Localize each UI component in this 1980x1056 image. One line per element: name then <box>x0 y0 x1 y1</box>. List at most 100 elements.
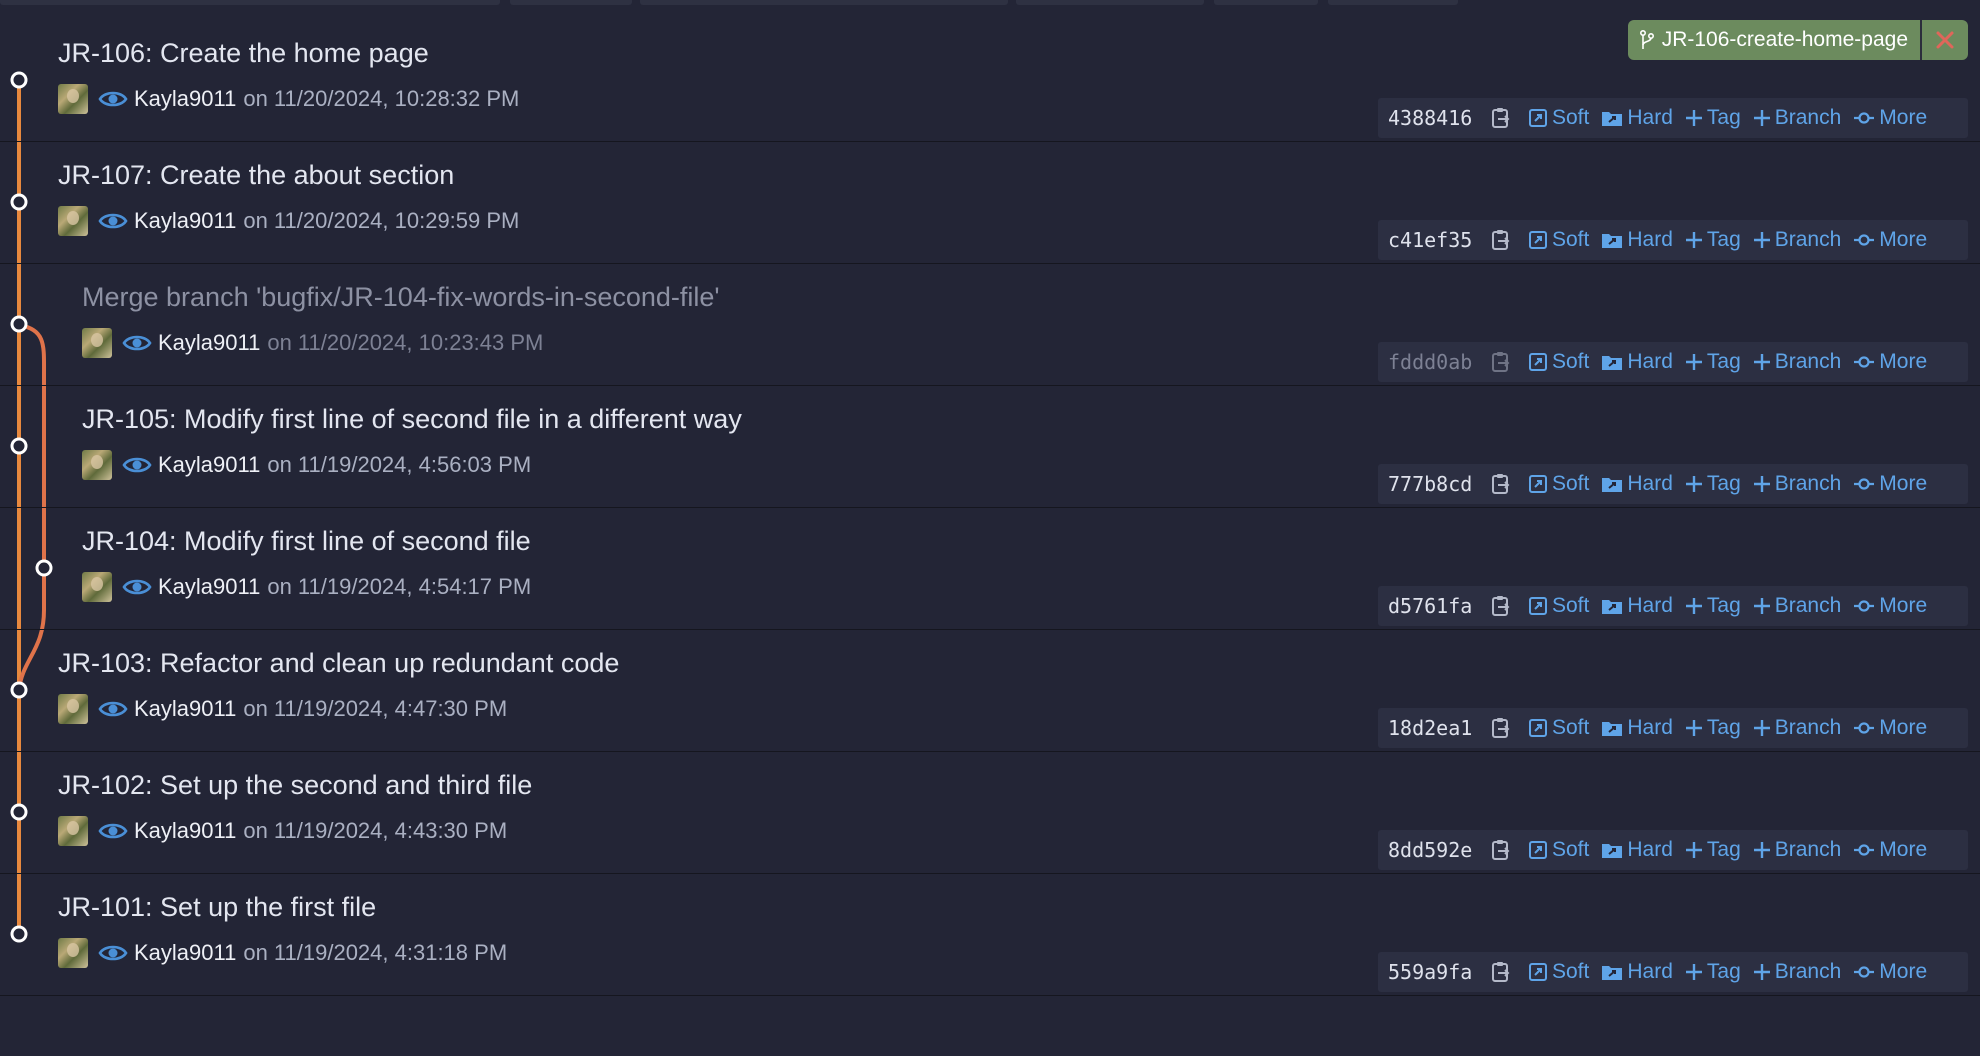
soft-reset-button[interactable]: Soft <box>1528 716 1589 740</box>
more-button[interactable]: More <box>1853 960 1927 984</box>
commit-action-bar: 4388416 Soft Hard Tag Branch More <box>1378 98 1968 138</box>
commit-row[interactable]: JR-106: Create the home page Kayla9011 o… <box>0 20 1980 142</box>
commit-meta: Kayla9011 on 11/19/2024, 4:54:17 PM <box>82 572 531 602</box>
add-branch-button[interactable]: Branch <box>1753 228 1841 252</box>
commit-row[interactable]: JR-102: Set up the second and third file… <box>0 752 1980 874</box>
more-button[interactable]: More <box>1853 228 1927 252</box>
commit-row[interactable]: JR-101: Set up the first file Kayla9011 … <box>0 874 1980 996</box>
add-branch-button[interactable]: Branch <box>1753 594 1841 618</box>
commit-author[interactable]: Kayla9011 <box>158 574 260 600</box>
copy-hash-icon[interactable] <box>1488 715 1514 741</box>
commit-author[interactable]: Kayla9011 <box>134 86 236 112</box>
commit-row[interactable]: JR-107: Create the about section Kayla90… <box>0 142 1980 264</box>
commit-author[interactable]: Kayla9011 <box>134 818 236 844</box>
commit-author[interactable]: Kayla9011 <box>134 940 236 966</box>
add-branch-button[interactable]: Branch <box>1753 472 1841 496</box>
hard-reset-button[interactable]: Hard <box>1601 228 1673 252</box>
hard-reset-button[interactable]: Hard <box>1601 716 1673 740</box>
copy-hash-icon[interactable] <box>1488 837 1514 863</box>
copy-hash-icon[interactable] <box>1488 227 1514 253</box>
eye-icon[interactable] <box>122 332 152 354</box>
add-tag-button[interactable]: Tag <box>1685 106 1741 130</box>
commit-author[interactable]: Kayla9011 <box>134 208 236 234</box>
commit-meta: Kayla9011 on 11/19/2024, 4:47:30 PM <box>58 694 507 724</box>
top-strip-segment <box>1016 0 1204 5</box>
commit-title[interactable]: JR-107: Create the about section <box>58 160 454 191</box>
eye-icon[interactable] <box>98 88 128 110</box>
commit-row[interactable]: Merge branch 'bugfix/JR-104-fix-words-in… <box>0 264 1980 386</box>
copy-hash-icon[interactable] <box>1488 105 1514 131</box>
copy-hash-icon[interactable] <box>1488 959 1514 985</box>
hard-reset-button[interactable]: Hard <box>1601 472 1673 496</box>
top-strip-segment <box>1328 0 1458 5</box>
add-branch-button[interactable]: Branch <box>1753 350 1841 374</box>
soft-label: Soft <box>1552 594 1590 617</box>
commit-title[interactable]: JR-103: Refactor and clean up redundant … <box>58 648 619 679</box>
add-branch-button[interactable]: Branch <box>1753 838 1841 862</box>
commit-author[interactable]: Kayla9011 <box>158 452 260 478</box>
top-strip-segment <box>1214 0 1318 5</box>
more-button[interactable]: More <box>1853 594 1927 618</box>
commit-title[interactable]: JR-106: Create the home page <box>58 38 429 69</box>
hard-reset-button[interactable]: Hard <box>1601 594 1673 618</box>
copy-hash-icon[interactable] <box>1488 349 1514 375</box>
add-branch-button[interactable]: Branch <box>1753 106 1842 130</box>
more-button[interactable]: More <box>1853 106 1927 130</box>
eye-icon[interactable] <box>122 576 152 598</box>
tag-label: Tag <box>1706 472 1741 495</box>
soft-reset-button[interactable]: Soft <box>1528 228 1589 252</box>
soft-label: Soft <box>1552 350 1590 373</box>
tag-label: Tag <box>1706 594 1741 617</box>
commit-row[interactable]: JR-103: Refactor and clean up redundant … <box>0 630 1980 752</box>
hard-reset-button[interactable]: Hard <box>1601 838 1673 862</box>
eye-icon[interactable] <box>122 454 152 476</box>
commit-meta: Kayla9011 on 11/20/2024, 10:28:32 PM <box>58 84 519 114</box>
commit-title[interactable]: JR-102: Set up the second and third file <box>58 770 532 801</box>
eye-icon[interactable] <box>98 942 128 964</box>
add-tag-button[interactable]: Tag <box>1685 716 1741 740</box>
add-branch-button[interactable]: Branch <box>1753 960 1841 984</box>
add-tag-button[interactable]: Tag <box>1685 472 1741 496</box>
commit-hash: 18d2ea1 <box>1388 716 1473 740</box>
commit-hash: 4388416 <box>1388 106 1473 130</box>
copy-hash-icon[interactable] <box>1488 471 1514 497</box>
commit-title[interactable]: Merge branch 'bugfix/JR-104-fix-words-in… <box>82 282 720 313</box>
soft-reset-button[interactable]: Soft <box>1528 472 1589 496</box>
commit-author[interactable]: Kayla9011 <box>134 696 236 722</box>
more-button[interactable]: More <box>1853 838 1927 862</box>
commit-author[interactable]: Kayla9011 <box>158 330 260 356</box>
add-tag-button[interactable]: Tag <box>1685 350 1741 374</box>
commit-history-view: JR-106-create-home-page JR-106: Create t… <box>0 0 1980 1056</box>
hard-reset-button[interactable]: Hard <box>1601 960 1673 984</box>
tag-label: Tag <box>1706 960 1741 983</box>
add-tag-button[interactable]: Tag <box>1685 838 1741 862</box>
hard-reset-button[interactable]: Hard <box>1601 106 1673 130</box>
commit-title[interactable]: JR-105: Modify first line of second file… <box>82 404 742 435</box>
commit-date: on 11/19/2024, 4:47:30 PM <box>243 696 508 721</box>
commit-row[interactable]: JR-104: Modify first line of second file… <box>0 508 1980 630</box>
add-tag-button[interactable]: Tag <box>1685 228 1741 252</box>
branch-label: Branch <box>1774 106 1842 129</box>
hard-reset-button[interactable]: Hard <box>1601 350 1673 374</box>
more-label: More <box>1879 472 1928 495</box>
commit-title[interactable]: JR-101: Set up the first file <box>58 892 376 923</box>
more-button[interactable]: More <box>1853 350 1927 374</box>
eye-icon[interactable] <box>98 820 128 842</box>
soft-reset-button[interactable]: Soft <box>1528 960 1589 984</box>
add-branch-button[interactable]: Branch <box>1753 716 1841 740</box>
more-button[interactable]: More <box>1853 716 1927 740</box>
soft-reset-button[interactable]: Soft <box>1528 594 1589 618</box>
eye-icon[interactable] <box>98 210 128 232</box>
soft-reset-button[interactable]: Soft <box>1528 350 1589 374</box>
soft-reset-button[interactable]: Soft <box>1528 838 1589 862</box>
add-tag-button[interactable]: Tag <box>1685 960 1741 984</box>
commit-title[interactable]: JR-104: Modify first line of second file <box>82 526 531 557</box>
commit-row[interactable]: JR-105: Modify first line of second file… <box>0 386 1980 508</box>
hard-label: Hard <box>1627 838 1673 861</box>
avatar <box>58 938 88 968</box>
soft-reset-button[interactable]: Soft <box>1528 106 1589 130</box>
add-tag-button[interactable]: Tag <box>1685 594 1741 618</box>
copy-hash-icon[interactable] <box>1488 593 1514 619</box>
eye-icon[interactable] <box>98 698 128 720</box>
more-button[interactable]: More <box>1853 472 1927 496</box>
